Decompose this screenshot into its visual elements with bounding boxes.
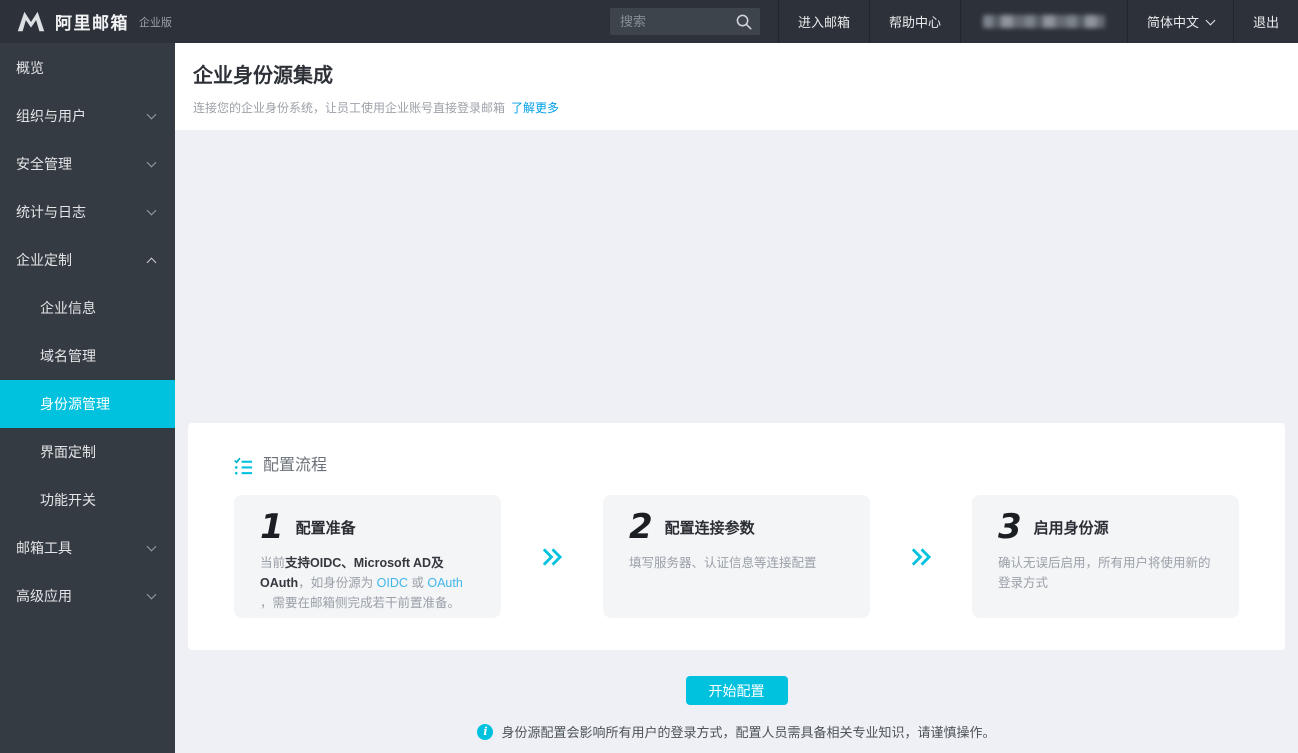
- sidebar-item-stats-logs[interactable]: 统计与日志: [0, 188, 175, 236]
- page-subtitle: 连接您的企业身份系统，让员工使用企业账号直接登录邮箱了解更多: [193, 99, 1280, 116]
- oidc-link[interactable]: OIDC: [377, 576, 408, 590]
- flow-heading: 配置流程: [234, 455, 1239, 477]
- chevron-down-icon: [147, 589, 157, 599]
- search-box[interactable]: [610, 8, 760, 35]
- step-title: 配置连接参数: [665, 517, 755, 538]
- notice-text: 身份源配置会影响所有用户的登录方式，配置人员需具备相关专业知识，请谨慎操作。: [501, 722, 995, 741]
- step-description: 确认无误后启用，所有用户将使用新的登录方式: [998, 553, 1213, 593]
- language-selector[interactable]: 简体中文: [1127, 0, 1233, 43]
- step-card-3: 3 启用身份源 确认无误后启用，所有用户将使用新的登录方式: [972, 495, 1239, 618]
- sidebar-item-enterprise-info[interactable]: 企业信息: [0, 284, 175, 332]
- topbar-menu: 进入邮箱 帮助中心 简体中文 退出: [778, 0, 1298, 43]
- step-card-2: 2 配置连接参数 填写服务器、认证信息等连接配置: [603, 495, 870, 618]
- sidebar-item-advanced-apps[interactable]: 高级应用: [0, 572, 175, 620]
- step-title: 配置准备: [296, 517, 356, 538]
- help-center-link[interactable]: 帮助中心: [869, 0, 960, 43]
- step-number: 3: [998, 509, 1022, 545]
- alimail-logo-icon: [16, 10, 46, 33]
- start-config-button[interactable]: 开始配置: [686, 676, 788, 705]
- sidebar-item-ui-custom[interactable]: 界面定制: [0, 428, 175, 476]
- flow-steps: 1 配置准备 当前支持OIDC、Microsoft AD及OAuth，如身份源为…: [234, 495, 1239, 618]
- notice-row: i 身份源配置会影响所有用户的登录方式，配置人员需具备相关专业知识，请谨慎操作。: [175, 722, 1298, 741]
- chevron-down-icon: [147, 205, 157, 215]
- logout-button[interactable]: 退出: [1233, 0, 1298, 43]
- step-title: 启用身份源: [1034, 517, 1109, 538]
- sidebar-item-domain-management[interactable]: 域名管理: [0, 332, 175, 380]
- step-number: 1: [260, 509, 284, 545]
- sidebar: 概览 组织与用户 安全管理 统计与日志 企业定制 企业信息 域名: [0, 43, 175, 753]
- enter-mail-link[interactable]: 进入邮箱: [778, 0, 869, 43]
- sidebar-item-security[interactable]: 安全管理: [0, 140, 175, 188]
- config-flow-card: 配置流程 1 配置准备 当前支持OIDC、Microsoft AD及OAuth，…: [188, 423, 1285, 650]
- sidebar-item-overview[interactable]: 概览: [0, 44, 175, 92]
- step-card-1: 1 配置准备 当前支持OIDC、Microsoft AD及OAuth，如身份源为…: [234, 495, 501, 618]
- info-icon: i: [477, 724, 493, 740]
- page-title: 企业身份源集成: [193, 59, 1280, 88]
- brand-edition: 企业版: [139, 14, 172, 30]
- sidebar-item-org-users[interactable]: 组织与用户: [0, 92, 175, 140]
- double-chevron-right-icon: [908, 544, 934, 570]
- sidebar-item-mail-tools[interactable]: 邮箱工具: [0, 524, 175, 572]
- double-chevron-right-icon: [539, 544, 565, 570]
- page-header: 企业身份源集成 连接您的企业身份系统，让员工使用企业账号直接登录邮箱了解更多: [175, 43, 1298, 130]
- language-label: 简体中文: [1147, 12, 1199, 31]
- learn-more-link[interactable]: 了解更多: [511, 101, 559, 115]
- step-description: 当前支持OIDC、Microsoft AD及OAuth，如身份源为 OIDC 或…: [260, 553, 475, 613]
- topbar: 阿里邮箱 企业版 进入邮箱 帮助中心 简体中文 退出: [0, 0, 1298, 43]
- app-window: 阿里邮箱 企业版 进入邮箱 帮助中心 简体中文 退出: [0, 0, 1298, 753]
- chevron-down-icon: [147, 109, 157, 119]
- account-blur-block: [983, 15, 1105, 28]
- account-name-blurred[interactable]: [960, 0, 1127, 43]
- chevron-down-icon: [1206, 15, 1216, 25]
- sidebar-item-identity-source[interactable]: 身份源管理: [0, 380, 175, 428]
- flow-heading-label: 配置流程: [263, 455, 327, 477]
- brand-name: 阿里邮箱: [55, 9, 129, 34]
- search-icon[interactable]: [734, 12, 753, 31]
- brand: 阿里邮箱 企业版: [0, 9, 188, 34]
- sidebar-item-feature-switch[interactable]: 功能开关: [0, 476, 175, 524]
- step-number: 2: [629, 509, 653, 545]
- chevron-down-icon: [147, 157, 157, 167]
- step-description: 填写服务器、认证信息等连接配置: [629, 553, 844, 573]
- checklist-icon: [234, 457, 253, 476]
- chevron-down-icon: [147, 541, 157, 551]
- oauth-link[interactable]: OAuth: [427, 576, 462, 590]
- sidebar-item-enterprise-custom[interactable]: 企业定制: [0, 236, 175, 284]
- chevron-up-icon: [147, 257, 157, 267]
- main-content: 企业身份源集成 连接您的企业身份系统，让员工使用企业账号直接登录邮箱了解更多: [175, 43, 1298, 753]
